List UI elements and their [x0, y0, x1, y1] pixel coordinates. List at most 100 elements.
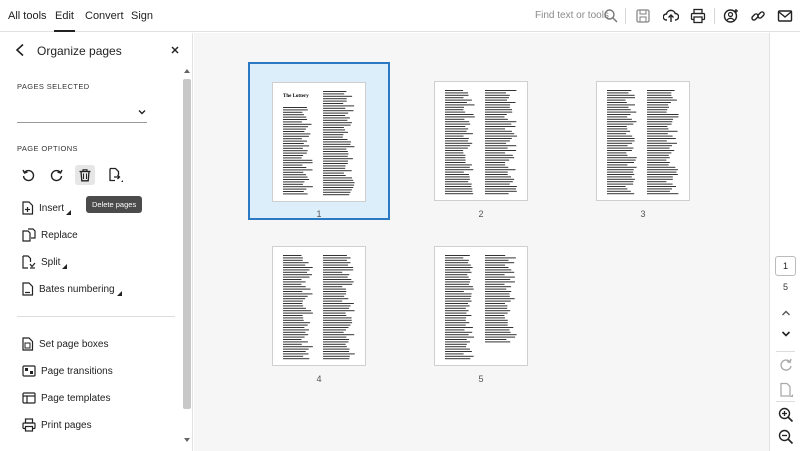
text-line [647, 186, 676, 187]
text-line [283, 286, 306, 288]
text-line [485, 281, 515, 283]
next-page-icon[interactable] [778, 326, 794, 342]
text-line [323, 110, 354, 112]
delete-pages-button[interactable] [75, 165, 95, 185]
upload-cloud-icon[interactable] [663, 8, 679, 24]
replace-label: Replace [41, 229, 78, 241]
text-line [485, 174, 508, 175]
zoom-in-icon[interactable] [778, 407, 794, 423]
search-input[interactable]: Find text or tools [535, 10, 609, 21]
split-tool[interactable]: Split [22, 254, 68, 270]
text-line [647, 178, 673, 180]
rotate-right-button[interactable] [47, 165, 67, 185]
pages-selected-dropdown[interactable] [17, 101, 147, 123]
zoom-out-icon[interactable] [778, 429, 794, 445]
email-icon[interactable] [777, 8, 793, 24]
text-line [607, 114, 631, 115]
text-line [283, 288, 311, 290]
text-line [607, 118, 632, 120]
text-line [323, 194, 350, 196]
text-line [647, 142, 677, 144]
text-line [485, 166, 509, 168]
text-line [485, 291, 512, 292]
text-line [283, 339, 302, 340]
text-line [647, 169, 678, 171]
link-icon[interactable] [750, 8, 766, 24]
text-line [323, 262, 351, 264]
text-line [445, 322, 470, 324]
text-line [445, 339, 467, 340]
tab-sign[interactable]: Sign [131, 10, 153, 22]
text-line [323, 115, 346, 116]
scrollbar-thumb[interactable] [183, 79, 191, 409]
text-line [485, 121, 517, 123]
page-thumbnail[interactable] [434, 81, 528, 201]
text-line [283, 116, 307, 118]
text-line [445, 259, 469, 261]
text-line [445, 106, 464, 108]
set-page-boxes-tool[interactable]: Set page boxes [22, 336, 109, 352]
page-number-label: 3 [640, 209, 646, 219]
text-line [445, 145, 471, 147]
printer-icon[interactable] [690, 8, 706, 24]
text-line [323, 148, 347, 150]
replace-page-icon [22, 228, 36, 242]
page-thumbnail-card[interactable]: 5 [434, 246, 528, 386]
page-thumbnail[interactable] [434, 246, 528, 366]
page-thumbnail[interactable] [596, 81, 690, 201]
text-line [485, 274, 505, 276]
text-line [323, 184, 355, 186]
page-templates-tool[interactable]: Page templates [22, 390, 111, 406]
scroll-down-arrow-icon[interactable] [183, 437, 191, 443]
panel-scrollbar[interactable] [182, 68, 192, 443]
text-line [445, 171, 464, 173]
search-icon[interactable] [603, 8, 619, 24]
current-page-input[interactable]: 1 [775, 256, 796, 276]
text-line [323, 127, 344, 128]
text-line [607, 166, 637, 168]
page-thumbnails-area: The Lottery 1 2 3 4 5 [194, 33, 769, 451]
save-icon[interactable] [635, 8, 651, 24]
text-line [283, 343, 302, 345]
close-icon[interactable] [170, 45, 180, 55]
back-arrow-icon[interactable] [14, 43, 26, 57]
print-pages-tool[interactable]: Print pages [22, 417, 92, 433]
text-line [485, 111, 513, 113]
add-user-share-icon[interactable] [723, 8, 739, 24]
page-thumbnail[interactable] [272, 246, 366, 366]
page-transitions-tool[interactable]: Page transitions [22, 363, 113, 379]
replace-pages-tool[interactable]: Replace [22, 227, 78, 243]
page-thumbnail-card[interactable]: The Lottery 1 [248, 62, 390, 220]
text-line [485, 331, 511, 333]
text-line [323, 182, 355, 184]
text-line [323, 158, 353, 160]
rotate-view-icon[interactable] [778, 357, 794, 373]
text-line [445, 351, 472, 352]
page-thumbnail-card[interactable]: 4 [272, 246, 366, 386]
tab-all-tools[interactable]: All tools [8, 10, 47, 22]
text-line [485, 147, 508, 149]
extract-pages-button[interactable] [105, 165, 125, 185]
page-thumbnail-card[interactable]: 3 [596, 81, 690, 221]
text-line [323, 136, 343, 138]
text-line [445, 188, 473, 190]
previous-page-icon[interactable] [778, 305, 794, 321]
page-thumbnail[interactable]: The Lottery [272, 82, 366, 202]
page-thumbnail-card[interactable]: 2 [434, 81, 528, 221]
text-line [647, 166, 676, 168]
text-line [445, 307, 466, 309]
insert-pages-tool[interactable]: Insert [22, 200, 72, 216]
tab-edit[interactable]: Edit [54, 10, 75, 32]
text-line [445, 133, 473, 135]
text-line [323, 339, 350, 340]
text-line [323, 146, 355, 148]
page-display-icon[interactable] [778, 382, 794, 398]
text-line [323, 95, 353, 97]
text-line [485, 104, 511, 106]
scroll-up-arrow-icon[interactable] [183, 68, 191, 74]
tab-convert[interactable]: Convert [85, 10, 124, 22]
bates-numbering-tool[interactable]: Bates numbering [22, 281, 122, 297]
text-line [445, 281, 470, 283]
rotate-left-button[interactable] [18, 165, 38, 185]
text-line [485, 329, 510, 331]
